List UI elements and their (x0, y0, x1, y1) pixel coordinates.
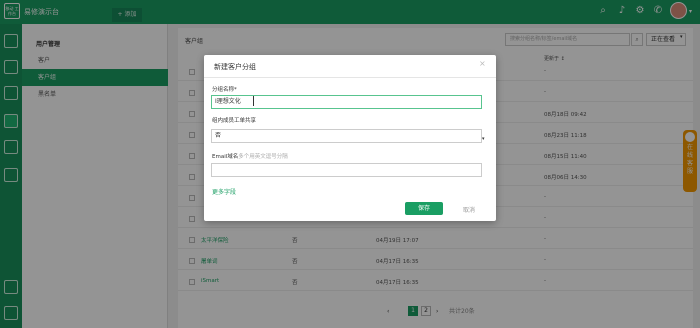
share-tickets-value: 否 (215, 132, 222, 139)
email-domain-hint: 多个用英文逗号分隔 (238, 154, 288, 160)
group-name-label: 分组名称* (212, 87, 237, 93)
text-cursor (253, 96, 257, 106)
divider (204, 77, 496, 78)
more-fields-link[interactable]: 更多字段 (212, 187, 236, 196)
close-icon[interactable]: × (479, 59, 486, 68)
email-domain-label-text: Email域名 (212, 154, 239, 160)
dialog-title: 新建客户分组 (214, 63, 256, 71)
share-tickets-label: 组内成员工单共享 (212, 118, 257, 124)
email-domain-field[interactable] (211, 163, 482, 177)
email-domain-label: Email域名多个用英文逗号分隔 (212, 152, 288, 160)
chevron-down-icon: ▾ (482, 136, 485, 142)
group-name-field[interactable]: I理想文化 (211, 95, 482, 109)
save-button[interactable]: 保存 (405, 202, 443, 215)
cancel-button[interactable]: 取消 (463, 205, 475, 214)
new-group-dialog: 新建客户分组 × 分组名称* I理想文化 组内成员工单共享 否 ▾ Email域… (204, 55, 496, 221)
share-tickets-select[interactable]: 否 ▾ (211, 129, 485, 143)
